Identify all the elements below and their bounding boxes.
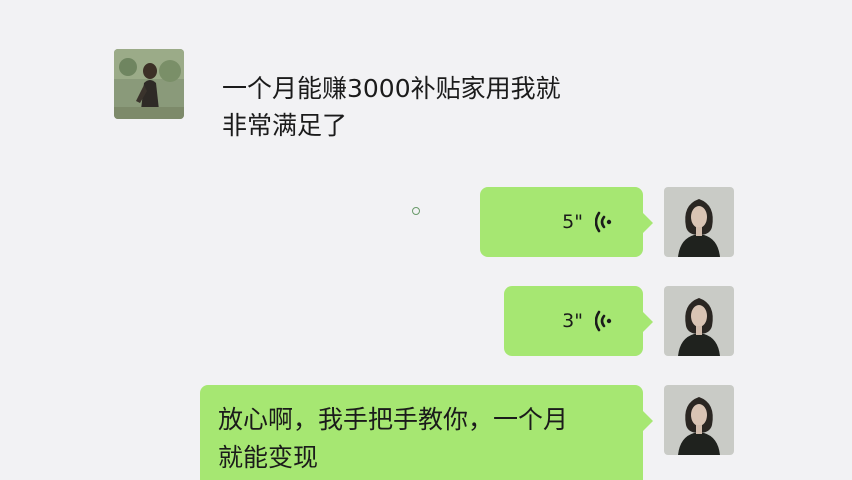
voice-duration: 5" [562, 211, 583, 233]
self-avatar-image [664, 187, 734, 257]
contact-avatar[interactable] [114, 49, 184, 119]
self-avatar[interactable] [664, 385, 734, 455]
message-line: 非常满足了 [222, 111, 348, 140]
chat-window: 一个月能赚3000补贴家用我就 非常满足了 5" 3" 放心啊，我手把手教你，一… [0, 0, 852, 480]
message-outgoing-text[interactable]: 放心啊，我手把手教你，一个月 就能变现 [200, 385, 653, 480]
self-avatar-image [664, 286, 734, 356]
voice-wave-icon [595, 211, 612, 233]
voice-wave-icon [595, 310, 612, 332]
self-avatar[interactable] [664, 286, 734, 356]
self-avatar-image [664, 385, 734, 455]
voice-message-1[interactable]: 5" [480, 187, 653, 257]
contact-avatar-image [114, 49, 184, 119]
self-avatar[interactable] [664, 187, 734, 257]
message-incoming-1[interactable]: 一个月能赚3000补贴家用我就 非常满足了 [222, 64, 642, 150]
message-line: 一个月能赚3000补贴家用我就 [222, 74, 561, 103]
message-line: 放心啊，我手把手教你，一个月 [218, 405, 569, 434]
voice-message-2[interactable]: 3" [504, 286, 653, 356]
voice-duration: 3" [562, 310, 583, 332]
message-line: 就能变现 [218, 443, 319, 472]
cursor-indicator [412, 207, 420, 215]
